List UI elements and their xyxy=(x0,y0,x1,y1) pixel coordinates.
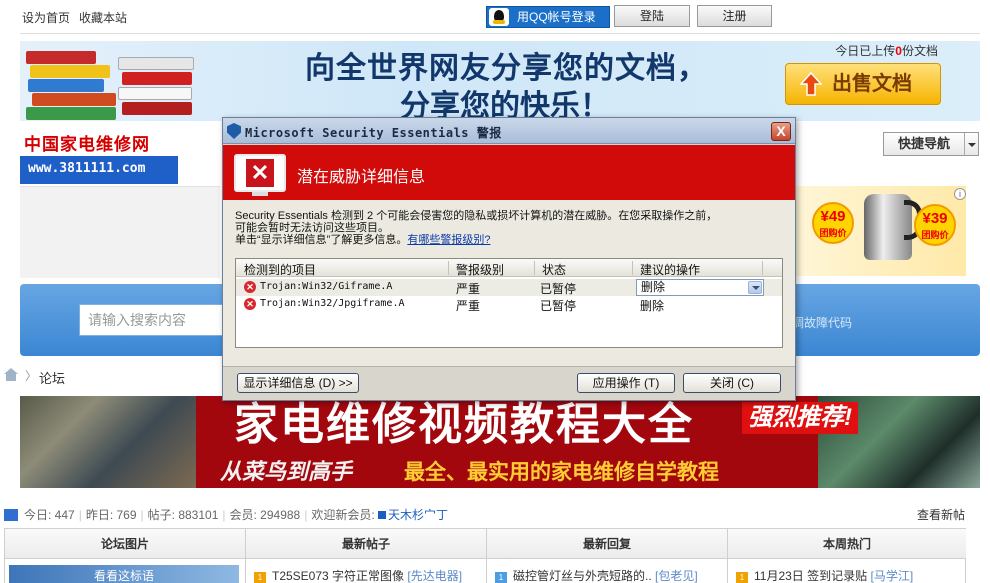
security-essentials-icon xyxy=(227,123,241,139)
view-new-posts-link[interactable]: 查看新帖 xyxy=(917,506,965,523)
bookmark-site-link[interactable]: 收藏本站 xyxy=(79,9,127,26)
recommend-badge: 强烈推荐! xyxy=(742,402,858,434)
column-header: 论坛图片 xyxy=(5,529,245,559)
threat-severe-icon: ✕ xyxy=(244,281,256,293)
dialog-body: Security Essentials 检测到 2 个可能会侵害您的隐私或损坏计… xyxy=(223,200,795,366)
column-header-level[interactable]: 警报级别 xyxy=(456,261,504,278)
threat-list-header: 检测到的项目 警报级别 状态 建议的操作 xyxy=(236,259,782,277)
chevron-down-icon xyxy=(748,281,762,294)
stats-chart-icon xyxy=(4,509,18,521)
product-ad[interactable]: ¥49 团购价 ¥39 团购价 i xyxy=(794,186,966,276)
column-header-item[interactable]: 检测到的项目 xyxy=(244,261,316,278)
price-tag-1: ¥49 团购价 xyxy=(812,202,854,244)
threat-header-title: 潜在威胁详细信息 xyxy=(297,169,426,186)
security-alert-dialog: Microsoft Security Essentials 警报 X ✕ 潜在威… xyxy=(222,117,796,401)
video-banner-title: 家电维修视频教程大全 xyxy=(234,400,694,449)
list-item[interactable]: 1 T25SE073 字符正常图像 [先达电器] xyxy=(254,567,462,583)
video-banner-subtitle-1: 从菜鸟到高手 xyxy=(220,459,353,484)
forum-summary-table: 论坛图片 看看这标语 最新帖子 1 T25SE073 字符正常图像 [先达电器] … xyxy=(4,528,966,583)
repair-photo-left xyxy=(20,396,196,488)
banner-line1: 向全世界网友分享您的文档， xyxy=(305,52,708,85)
forum-pictures-column: 论坛图片 看看这标语 xyxy=(5,529,245,583)
show-details-button[interactable]: 显示详细信息 (D) >> xyxy=(237,373,359,393)
register-button[interactable]: 注册 xyxy=(697,5,772,27)
stats-posts: 帖子: 883101 xyxy=(147,508,219,522)
list-item[interactable]: 1 11月23日 签到记录贴 [马学江] xyxy=(736,567,913,583)
dialog-title: Microsoft Security Essentials 警报 xyxy=(245,126,502,140)
video-tutorial-banner[interactable]: 家电维修视频教程大全 强烈推荐! 从菜鸟到高手 最全、最实用的家电维修自学教程 xyxy=(20,396,980,488)
upload-count-text: 今日已上传0份文档 xyxy=(835,44,938,58)
stats-today: 今日: 447 xyxy=(24,508,75,522)
sell-document-label: 出售文档 xyxy=(832,73,912,95)
column-header: 最新回复 xyxy=(487,529,727,559)
list-item[interactable]: 1 磁控管灯丝与外壳短路的.. [包老见] xyxy=(495,567,698,583)
apply-action-button[interactable]: 应用操作 (T) xyxy=(577,373,675,393)
column-header-status[interactable]: 状态 xyxy=(542,261,566,278)
qq-login-button[interactable]: 用QQ帐号登录 xyxy=(486,6,610,28)
forum-picture-thumb[interactable]: 看看这标语 xyxy=(9,565,239,583)
qq-icon xyxy=(489,8,509,26)
breadcrumb-separator: 〉 xyxy=(25,369,38,383)
weekly-hot-column: 本周热门 1 11月23日 签到记录贴 [马学江] xyxy=(727,529,966,583)
stats-members: 会员: 294988 xyxy=(229,508,301,522)
threat-description: Security Essentials 检测到 2 个可能会侵害您的隐私或损坏计… xyxy=(235,210,718,246)
action-select[interactable]: 删除 xyxy=(636,279,764,296)
new-member-link[interactable]: 天木杉宀丁 xyxy=(388,508,448,522)
threat-row[interactable]: ✕ Trojan:Win32/Giframe.A 严重 已暂停 删除 xyxy=(236,279,782,296)
info-icon[interactable]: i xyxy=(954,188,966,200)
quick-nav-label: 快捷导航 xyxy=(898,136,951,151)
threat-list: 检测到的项目 警报级别 状态 建议的操作 ✕ Trojan:Win32/Gifr… xyxy=(235,258,783,348)
page-root: 设为首页 收藏本站 用QQ帐号登录 登陆 注册 向全世界网友分享您的文档， 分享… xyxy=(0,0,990,583)
dialog-footer: 显示详细信息 (D) >> 应用操作 (T) 关闭 (C) xyxy=(223,366,795,400)
threat-row[interactable]: ✕ Trojan:Win32/Jpgiframe.A 严重 已暂停 删除 xyxy=(236,296,782,313)
latest-replies-column: 最新回复 1 磁控管灯丝与外壳短路的.. [包老见] xyxy=(486,529,727,583)
threat-x-icon: ✕ xyxy=(246,159,274,187)
ad-placeholder xyxy=(20,186,220,278)
chevron-down-icon xyxy=(964,133,978,155)
threat-severe-icon: ✕ xyxy=(244,298,256,310)
member-square-icon xyxy=(378,511,387,519)
stats-welcome: 欢迎新会员: xyxy=(311,508,375,522)
column-header: 最新帖子 xyxy=(246,529,486,559)
top-divider xyxy=(20,33,980,34)
upload-arrow-icon xyxy=(800,72,822,96)
video-banner-subtitle-2: 最全、最实用的家电维修自学教程 xyxy=(404,461,719,484)
quick-nav-dropdown[interactable]: 快捷导航 xyxy=(883,132,979,156)
books-illustration xyxy=(26,41,206,121)
column-header-action[interactable]: 建议的操作 xyxy=(640,261,700,278)
site-logo-title[interactable]: 中国家电维修网 xyxy=(24,130,150,155)
monitor-icon: ✕ xyxy=(234,154,286,196)
breadcrumb-current[interactable]: 论坛 xyxy=(39,368,65,387)
sell-document-button[interactable]: 出售文档 xyxy=(785,63,941,105)
latest-posts-column: 最新帖子 1 T25SE073 字符正常图像 [先达电器] xyxy=(245,529,486,583)
close-icon[interactable]: X xyxy=(771,122,791,141)
top-bar: 设为首页 收藏本站 用QQ帐号登录 登陆 注册 xyxy=(0,0,990,34)
column-header: 本周热门 xyxy=(728,529,966,559)
price-tag-2: ¥39 团购价 xyxy=(914,204,956,246)
alert-levels-link[interactable]: 有哪些警报级别? xyxy=(407,234,490,246)
login-button[interactable]: 登陆 xyxy=(614,5,690,27)
dialog-titlebar[interactable]: Microsoft Security Essentials 警报 X xyxy=(223,118,795,144)
home-icon[interactable] xyxy=(4,368,18,381)
upload-banner[interactable]: 向全世界网友分享您的文档， 分享您的快乐！ 今日已上传0份文档 出售文档 xyxy=(20,41,980,121)
qq-login-label: 用QQ帐号登录 xyxy=(517,10,596,24)
forum-stats: 今日: 447 | 昨日: 769 | 帖子: 883101 | 会员: 294988 | 欢迎… xyxy=(4,506,448,523)
site-logo-url[interactable]: www.3811111.com xyxy=(20,156,178,184)
stats-yesterday: 昨日: 769 xyxy=(85,508,137,522)
search-hint-text[interactable]: 调故障代码 xyxy=(792,314,852,331)
close-button[interactable]: 关闭 (C) xyxy=(683,373,781,393)
set-homepage-link[interactable]: 设为首页 xyxy=(22,9,70,26)
threat-header: ✕ 潜在威胁详细信息 xyxy=(223,145,795,200)
